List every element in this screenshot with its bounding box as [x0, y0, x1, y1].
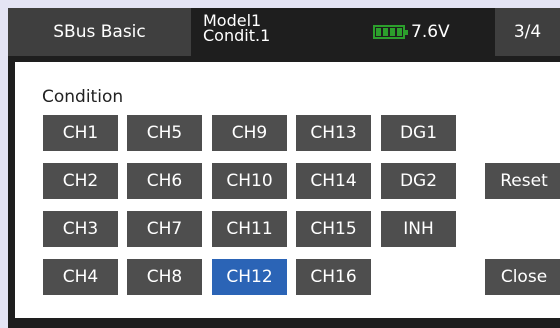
channel-button-ch2[interactable]: CH2 [43, 163, 118, 199]
channel-button-ch4[interactable]: CH4 [43, 259, 118, 295]
channel-button-ch8[interactable]: CH8 [127, 259, 202, 295]
channel-button-ch9[interactable]: CH9 [212, 115, 287, 151]
condition-panel: Condition Reset Close CH1 CH5 CH9 CH13 DG1 CH… [15, 62, 560, 318]
channel-button-ch11[interactable]: CH11 [212, 211, 287, 247]
close-button[interactable]: Close [485, 259, 560, 295]
reset-button[interactable]: Reset [485, 163, 560, 199]
channel-button-ch5[interactable]: CH5 [127, 115, 202, 151]
channel-button-ch16[interactable]: CH16 [296, 259, 371, 295]
channel-button-ch1[interactable]: CH1 [43, 115, 118, 151]
channel-button-ch6[interactable]: CH6 [127, 163, 202, 199]
section-label: Condition [42, 87, 124, 107]
battery-status: 7.6V [373, 8, 503, 56]
model-info: Model1 Condit.1 [203, 8, 363, 56]
page-indicator[interactable]: 3/4 [495, 8, 560, 56]
battery-icon [373, 25, 408, 39]
channel-button-ch14[interactable]: CH14 [296, 163, 371, 199]
channel-button-ch7[interactable]: CH7 [127, 211, 202, 247]
channel-button-ch13[interactable]: CH13 [296, 115, 371, 151]
channel-button-ch12[interactable]: CH12 [212, 259, 287, 295]
condition-name: Condit.1 [203, 26, 271, 45]
battery-voltage: 7.6V [411, 22, 450, 42]
channel-button-ch15[interactable]: CH15 [296, 211, 371, 247]
screen-title: SBus Basic [8, 8, 191, 56]
channel-button-dg2[interactable]: DG2 [381, 163, 456, 199]
channel-button-inh[interactable]: INH [381, 211, 456, 247]
channel-button-ch10[interactable]: CH10 [212, 163, 287, 199]
screen: SBus Basic Model1 Condit.1 7.6V 3/4 Cond… [8, 8, 560, 328]
channel-button-dg1[interactable]: DG1 [381, 115, 456, 151]
channel-button-ch3[interactable]: CH3 [43, 211, 118, 247]
